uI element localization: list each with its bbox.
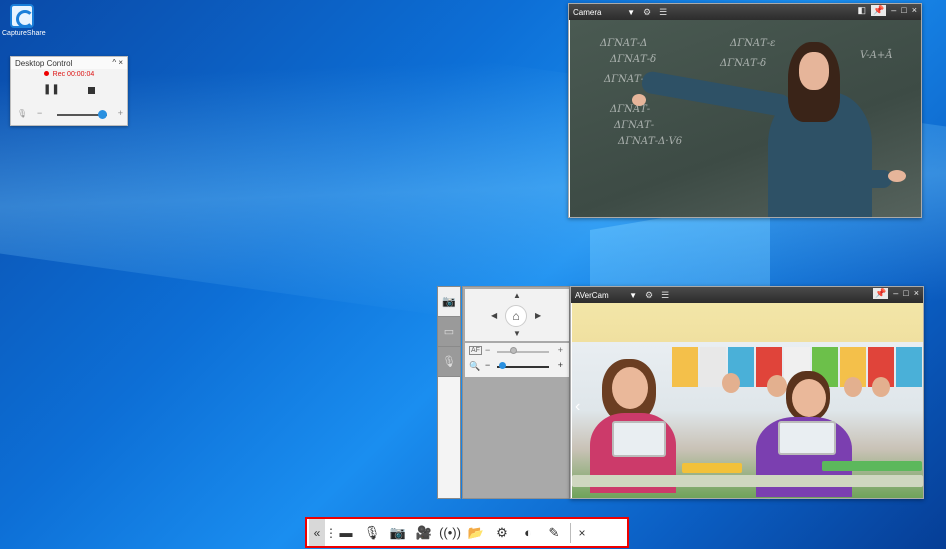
pan-up-button[interactable]: ▲ — [513, 291, 521, 300]
desktop-icon-label: CaptureShare — [2, 30, 46, 37]
camera-window-titlebar[interactable]: Camera ▼ ⚙ ☰ ◧ 📌 – □ × — [569, 4, 921, 20]
layout-icon[interactable]: ◧ — [858, 5, 867, 16]
pin-icon[interactable]: 📌 — [873, 288, 889, 299]
desktop-control-window: Desktop Control ^ × Rec 00:00:04 ❚❚ 🎙 − … — [10, 56, 128, 126]
close-button[interactable]: × — [912, 5, 917, 16]
desktop-icon-captureshare[interactable]: CaptureShare — [2, 4, 46, 37]
focus-slider-knob[interactable] — [509, 347, 517, 354]
zoom-slider[interactable]: 🔍 − + — [469, 360, 567, 373]
microphone-button[interactable]: 🎙 — [359, 525, 385, 541]
avercam-window-titlebar[interactable]: AVerCam ▼ ⚙ ☰ 📌 – □ × — [571, 287, 923, 303]
volume-control: 🎙 − + — [17, 108, 123, 120]
avercam-window: AVerCam ▼ ⚙ ☰ 📌 – □ × ‹ — [570, 286, 924, 499]
camera-source-label: Camera — [573, 7, 602, 17]
close-button[interactable]: × — [118, 58, 123, 67]
close-toolbar-button[interactable]: × — [574, 526, 590, 540]
desktop-control-titlebar[interactable]: Desktop Control ^ × — [11, 57, 127, 69]
settings-button[interactable]: ⚙ — [489, 525, 515, 541]
ptz-sliders: AF − + 🔍 − + — [465, 343, 569, 377]
record-dot-icon — [43, 71, 49, 76]
previous-feed-icon[interactable]: ‹ — [575, 398, 580, 416]
desktop-control-title: Desktop Control — [15, 59, 73, 68]
toolbar-divider — [570, 522, 571, 543]
dropdown-icon: ▼ — [629, 290, 637, 300]
pause-button[interactable]: ❚❚ — [43, 84, 60, 100]
dropdown-icon: ▼ — [627, 7, 635, 17]
ptz-control-panel: ▲ ▼ ◀ ▶ ⌂ AF − + 🔍 − + — [462, 286, 570, 499]
help-button[interactable]: ◐ — [515, 525, 541, 540]
camera-source-select[interactable]: Camera ▼ — [573, 8, 635, 17]
home-icon: ⌂ — [512, 309, 520, 323]
main-toolbar: « ⋮ ▬ 🎙 📷 🎥 ((•)) 📂 ⚙ ◐ ✎ × — [305, 517, 629, 548]
volume-down-button[interactable]: − — [37, 108, 42, 118]
tab-display-icon[interactable]: ▭ — [438, 317, 460, 347]
camera-feed-teacher: ΔΓΝΑΤ-Δ ΔΓΝΑΤ-δ ΔΓΝΑΤ-Δ·v8 ΔΓΝΑΤ-ε ΔΓΝΑΤ… — [570, 20, 921, 217]
video-record-button[interactable]: 🎥 — [411, 525, 437, 541]
menu-icon[interactable]: ☰ — [659, 7, 667, 18]
volume-up-button[interactable]: + — [118, 108, 123, 118]
close-button[interactable]: × — [914, 288, 919, 299]
open-folder-button[interactable]: 📂 — [463, 525, 489, 541]
focus-minus[interactable]: − — [485, 345, 490, 355]
stop-button[interactable] — [87, 87, 95, 94]
autofocus-icon[interactable]: AF — [469, 346, 482, 355]
camera-feed-classroom: ‹ — [572, 303, 923, 498]
pin-icon[interactable]: 📌 — [871, 5, 887, 16]
collapse-button[interactable]: ^ — [112, 58, 116, 67]
zoom-plus[interactable]: + — [558, 360, 563, 370]
minimize-button[interactable]: – — [891, 5, 896, 16]
annotate-button[interactable]: ✎ — [541, 525, 567, 541]
pan-right-button[interactable]: ▶ — [535, 311, 541, 320]
maximize-button[interactable]: □ — [903, 288, 908, 299]
snapshot-button[interactable]: 📷 — [385, 525, 411, 541]
drag-handle-icon[interactable]: ⋮ — [325, 526, 337, 540]
settings-icon[interactable]: ⚙ — [645, 290, 653, 301]
ptz-direction-pad: ▲ ▼ ◀ ▶ ⌂ — [465, 289, 569, 341]
captureshare-app-icon — [10, 4, 34, 28]
focus-slider[interactable]: AF − + — [469, 345, 567, 358]
menu-icon[interactable]: ☰ — [661, 290, 669, 301]
settings-icon[interactable]: ⚙ — [643, 7, 651, 18]
rec-time: 00:00:04 — [67, 71, 95, 78]
zoom-icon: 🔍 — [469, 361, 481, 371]
home-button[interactable]: ⌂ — [505, 305, 527, 327]
pan-left-button[interactable]: ◀ — [491, 311, 497, 320]
minimize-button[interactable]: – — [893, 288, 898, 299]
focus-plus[interactable]: + — [558, 345, 563, 355]
pan-down-button[interactable]: ▼ — [513, 329, 521, 338]
avercam-source-label: AVerCam — [575, 290, 609, 300]
tab-audio-icon[interactable]: 🎙 — [438, 347, 460, 377]
zoom-minus[interactable]: − — [485, 360, 490, 370]
layout-button[interactable]: ▬ — [333, 525, 359, 540]
ptz-tab-strip: 📷 ▭ 🎙 — [437, 286, 461, 499]
camera-window: Camera ▼ ⚙ ☰ ◧ 📌 – □ × ΔΓΝΑΤ-Δ ΔΓΝΑΤ-δ Δ… — [568, 3, 922, 218]
microphone-icon[interactable]: 🎙 — [17, 109, 27, 118]
broadcast-button[interactable]: ((•)) — [437, 525, 463, 540]
tab-camera-icon[interactable]: 📷 — [438, 287, 460, 317]
maximize-button[interactable]: □ — [901, 5, 906, 16]
avercam-source-select[interactable]: AVerCam ▼ — [575, 291, 637, 300]
rec-label: Rec — [52, 71, 66, 78]
collapse-toolbar-button[interactable]: « — [309, 519, 325, 546]
recording-status: Rec 00:00:04 — [11, 71, 127, 78]
volume-slider-knob[interactable] — [98, 110, 107, 119]
